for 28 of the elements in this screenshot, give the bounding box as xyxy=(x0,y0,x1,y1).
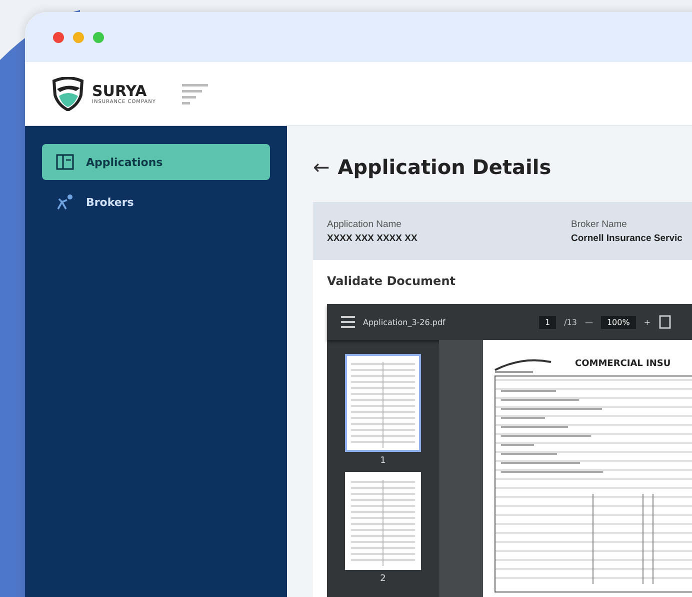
document-heading: COMMERCIAL INSU xyxy=(575,359,671,369)
fit-page-icon[interactable] xyxy=(658,315,671,329)
field-label: Application Name xyxy=(327,218,402,230)
thumbnail-number: 2 xyxy=(380,574,386,584)
page-number-field[interactable]: 1 xyxy=(539,316,556,328)
page-count: /13 xyxy=(564,318,577,326)
thumbnail-number: 1 xyxy=(380,456,386,466)
sidebar-item[interactable]: Applications xyxy=(42,144,270,180)
maximize-dot[interactable] xyxy=(93,32,104,42)
field-value: Cornell Insurance Servic xyxy=(571,232,684,244)
shield-logo-icon xyxy=(50,76,86,110)
page-thumbnail[interactable] xyxy=(345,354,421,452)
file-name: Application_3-26.pdf xyxy=(363,318,446,326)
field-label: Broker Name xyxy=(571,218,628,230)
zoom-field[interactable]: 100% xyxy=(600,316,636,328)
document-icon xyxy=(56,154,74,170)
sidebar-item[interactable]: Brokers xyxy=(42,184,270,220)
page-title: Application Details xyxy=(338,155,552,179)
zoom-out-button[interactable]: — xyxy=(584,318,593,326)
zoom-in-button[interactable]: + xyxy=(644,318,651,326)
person-icon xyxy=(56,194,74,210)
field-value: XXXX XXX XXXX XX xyxy=(327,232,418,244)
close-dot[interactable] xyxy=(53,32,64,42)
back-arrow[interactable]: ← xyxy=(313,155,330,179)
brand-name: SURYA xyxy=(92,82,147,98)
menu-icon[interactable] xyxy=(341,316,355,328)
section-title: Validate Document xyxy=(327,274,456,288)
minimize-dot[interactable] xyxy=(73,32,84,42)
